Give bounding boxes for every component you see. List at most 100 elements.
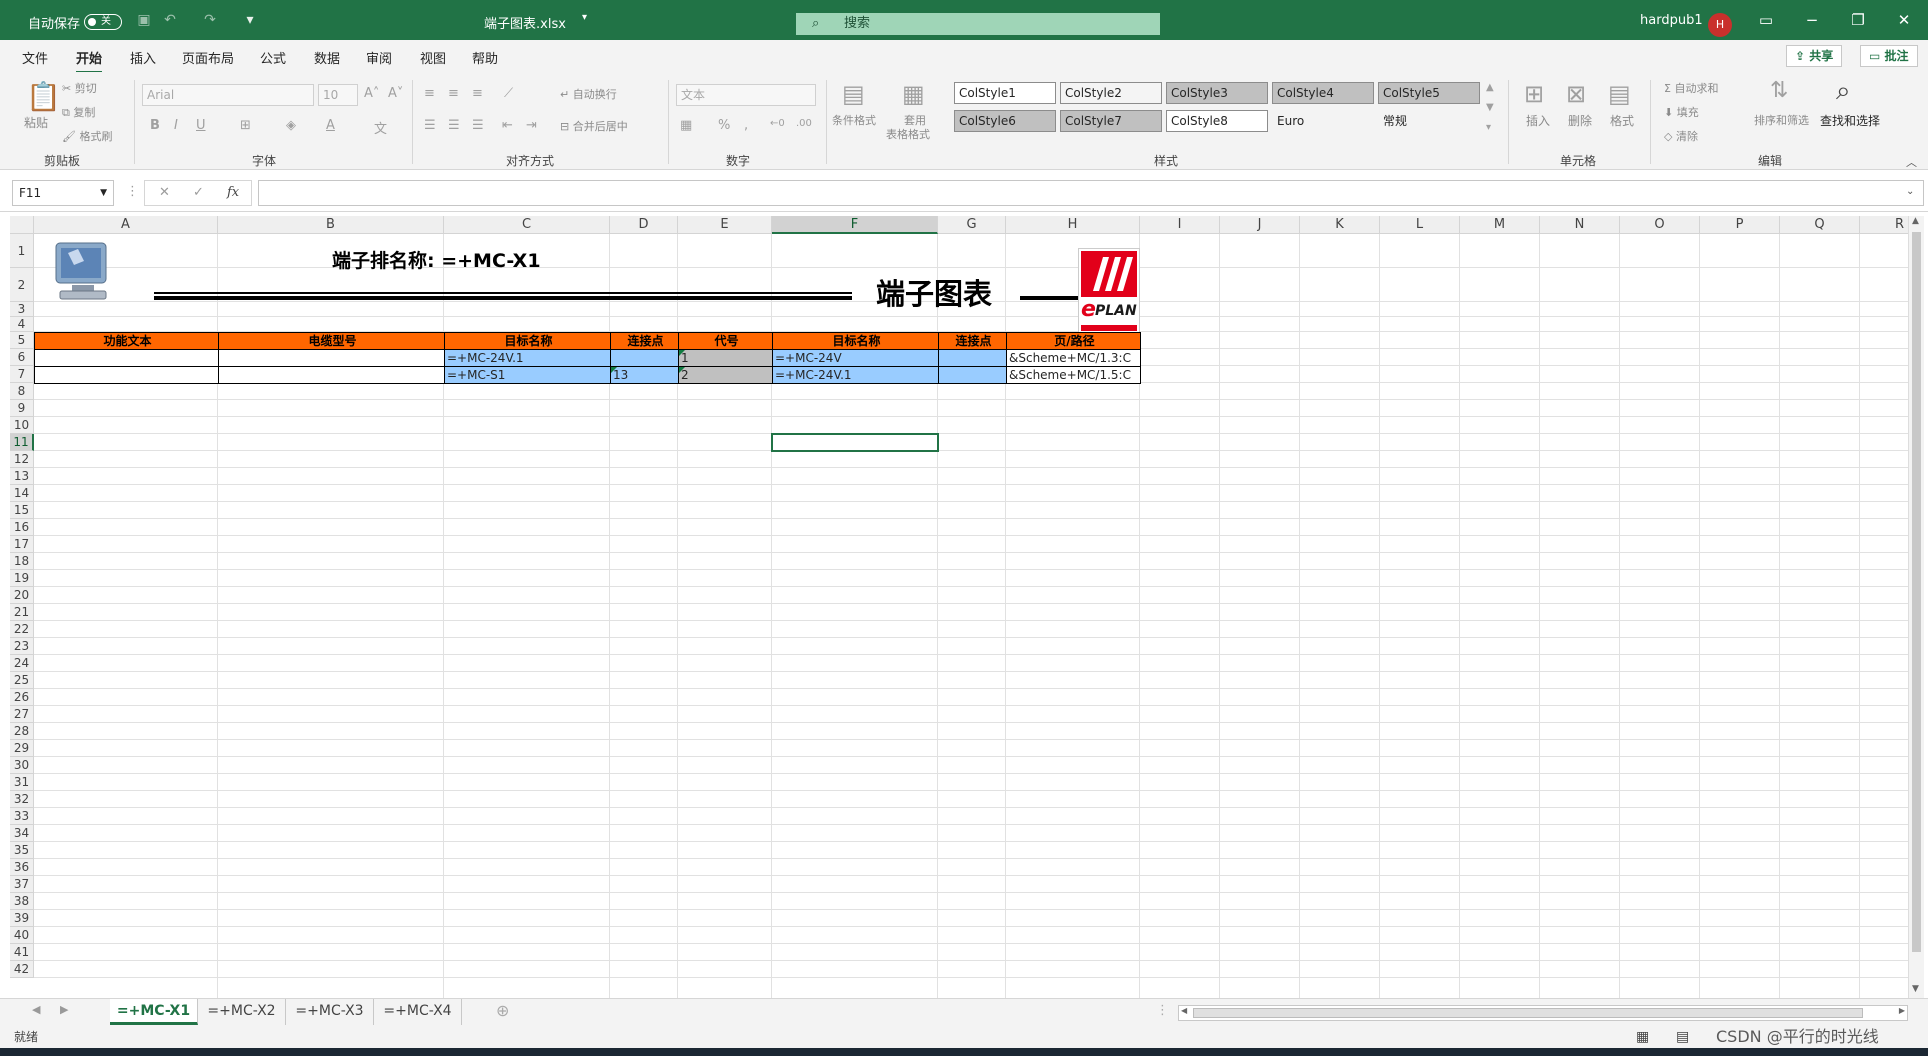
- scroll-right-icon[interactable]: ▶: [1899, 1006, 1905, 1015]
- italic-icon[interactable]: I: [174, 118, 178, 133]
- tab-help[interactable]: 帮助: [472, 48, 498, 67]
- table-cell[interactable]: [610, 349, 679, 367]
- paste-label[interactable]: 粘贴: [24, 114, 48, 131]
- vertical-scrollbar[interactable]: ▲ ▼: [1908, 216, 1924, 998]
- increase-decimal-icon[interactable]: ←0: [770, 118, 785, 129]
- accounting-format-icon[interactable]: ▦: [680, 118, 692, 133]
- align-middle-icon[interactable]: ≡: [448, 86, 459, 101]
- style-colstyle6[interactable]: ColStyle6: [954, 110, 1056, 132]
- tab-data[interactable]: 数据: [314, 48, 340, 67]
- increase-font-icon[interactable]: A˄: [364, 86, 379, 101]
- phonetic-icon[interactable]: 文: [374, 118, 387, 137]
- style-colstyle5[interactable]: ColStyle5: [1378, 82, 1480, 104]
- table-header-cell[interactable]: 目标名称: [444, 332, 611, 350]
- font-size-select[interactable]: 10: [318, 84, 358, 106]
- scroll-up-icon[interactable]: ▲: [1912, 216, 1919, 226]
- decrease-font-icon[interactable]: A˅: [388, 86, 403, 101]
- share-button[interactable]: ⇪ 共享: [1786, 45, 1843, 67]
- filename-chevron-down-icon[interactable]: ▾: [582, 12, 587, 23]
- number-format-select[interactable]: 文本: [676, 84, 816, 106]
- align-top-icon[interactable]: ≡: [424, 86, 435, 101]
- tab-file[interactable]: 文件: [22, 48, 48, 67]
- fill-button[interactable]: ⬇ 填充: [1664, 104, 1699, 120]
- table-cell[interactable]: 2: [678, 366, 773, 384]
- normal-view-icon[interactable]: ▦: [1636, 1026, 1649, 1048]
- cut-button[interactable]: ✂ 剪切: [62, 80, 97, 96]
- table-header-cell[interactable]: 代号: [678, 332, 773, 350]
- table-cell[interactable]: [938, 349, 1007, 367]
- scroll-down-icon[interactable]: ▼: [1912, 984, 1919, 994]
- conditional-format-label[interactable]: 条件格式: [832, 112, 876, 128]
- fill-color-icon[interactable]: ◈: [286, 118, 296, 133]
- style-colstyle8[interactable]: ColStyle8: [1166, 110, 1268, 132]
- table-header-cell[interactable]: 电缆型号: [218, 332, 445, 350]
- sort-filter-icon[interactable]: ⇅: [1770, 78, 1788, 103]
- sheet-tab-x4[interactable]: =+MC-X4: [374, 999, 462, 1025]
- bold-icon[interactable]: B: [150, 118, 160, 133]
- table-cell[interactable]: =+MC-24V.1: [444, 349, 611, 367]
- table-cell[interactable]: =+MC-24V: [772, 349, 939, 367]
- more-options-icon[interactable]: ⋮: [126, 184, 139, 199]
- format-painter-button[interactable]: 🖌 格式刷: [62, 128, 112, 144]
- formula-input[interactable]: [258, 180, 1924, 206]
- table-cell[interactable]: =+MC-S1: [444, 366, 611, 384]
- insert-cells-icon[interactable]: ⊞: [1524, 80, 1544, 108]
- style-euro[interactable]: Euro: [1272, 110, 1374, 132]
- comments-button[interactable]: ▭ 批注: [1860, 45, 1918, 67]
- style-colstyle7[interactable]: ColStyle7: [1060, 110, 1162, 132]
- table-cell[interactable]: =+MC-24V.1: [772, 366, 939, 384]
- table-cell[interactable]: [218, 349, 445, 367]
- align-bottom-icon[interactable]: ≡: [472, 86, 483, 101]
- table-cell[interactable]: [938, 366, 1007, 384]
- table-cell[interactable]: [34, 366, 219, 384]
- cancel-icon[interactable]: ✕: [159, 181, 170, 205]
- underline-icon[interactable]: U: [196, 118, 206, 133]
- undo-icon[interactable]: ↶: [162, 12, 178, 28]
- table-cell[interactable]: &Scheme+MC/1.3:C: [1006, 349, 1141, 367]
- close-icon[interactable]: ✕: [1894, 10, 1914, 30]
- horizontal-scrollbar[interactable]: ◀ ▶: [1178, 1005, 1908, 1021]
- name-box-chevron-down-icon[interactable]: ▼: [100, 181, 107, 205]
- ribbon-display-options-icon[interactable]: ▭: [1756, 10, 1776, 30]
- table-format-label-2[interactable]: 表格格式: [886, 126, 930, 142]
- copy-button[interactable]: ⧉ 复制: [62, 104, 95, 120]
- table-cell[interactable]: &Scheme+MC/1.5:C: [1006, 366, 1141, 384]
- styles-scroll-up-icon[interactable]: ▲: [1486, 82, 1494, 93]
- sheet-tab-x1[interactable]: =+MC-X1: [110, 999, 198, 1025]
- search-box[interactable]: ⌕ 搜索: [796, 13, 1160, 35]
- table-format-icon[interactable]: ▦: [902, 80, 925, 108]
- scroll-thumb[interactable]: [1912, 232, 1921, 952]
- styles-scroll-down-icon[interactable]: ▼: [1486, 102, 1494, 113]
- clear-button[interactable]: ◇ 清除: [1664, 128, 1698, 144]
- table-cell[interactable]: 13: [610, 366, 679, 384]
- sheet-tab-x2[interactable]: =+MC-X2: [198, 999, 286, 1025]
- collapse-ribbon-icon[interactable]: ︿: [1906, 154, 1917, 170]
- tab-scroll-right-icon[interactable]: ▶: [60, 1003, 68, 1016]
- styles-more-icon[interactable]: ▾: [1486, 122, 1491, 133]
- comma-style-icon[interactable]: ,: [744, 118, 748, 133]
- redo-icon[interactable]: ↷: [202, 12, 218, 28]
- expand-formula-bar-icon[interactable]: ⌄: [1906, 186, 1914, 197]
- table-header-cell[interactable]: 连接点: [938, 332, 1007, 350]
- save-icon[interactable]: ▣: [136, 12, 152, 28]
- table-header-cell[interactable]: 目标名称: [772, 332, 939, 350]
- table-header-cell[interactable]: 连接点: [610, 332, 679, 350]
- delete-cells-label[interactable]: 删除: [1568, 112, 1592, 129]
- percent-icon[interactable]: %: [718, 118, 730, 133]
- font-name-select[interactable]: Arial: [142, 84, 314, 106]
- restore-icon[interactable]: ❐: [1848, 10, 1868, 30]
- paste-icon[interactable]: 📋: [26, 80, 61, 113]
- worksheet-grid[interactable]: ABCDEFGHIJKLMNOPQR 1 2 3 4 5 6 7 8 9 10 11 12 13 14 15…: [10, 216, 1908, 998]
- split-handle-icon[interactable]: ⋮: [1156, 1003, 1169, 1018]
- delete-cells-icon[interactable]: ⊠: [1566, 80, 1586, 108]
- page-layout-view-icon[interactable]: ▤: [1676, 1026, 1689, 1048]
- style-normal[interactable]: 常规: [1378, 110, 1480, 132]
- tab-page-layout[interactable]: 页面布局: [182, 48, 234, 67]
- tab-home[interactable]: 开始: [76, 48, 103, 74]
- border-icon[interactable]: ⊞: [240, 118, 251, 133]
- sheet-tab-x3[interactable]: =+MC-X3: [286, 999, 374, 1025]
- autosum-button[interactable]: Σ 自动求和: [1664, 80, 1718, 96]
- decrease-indent-icon[interactable]: ⇤: [502, 118, 513, 133]
- minimize-icon[interactable]: −: [1802, 10, 1822, 30]
- style-colstyle4[interactable]: ColStyle4: [1272, 82, 1374, 104]
